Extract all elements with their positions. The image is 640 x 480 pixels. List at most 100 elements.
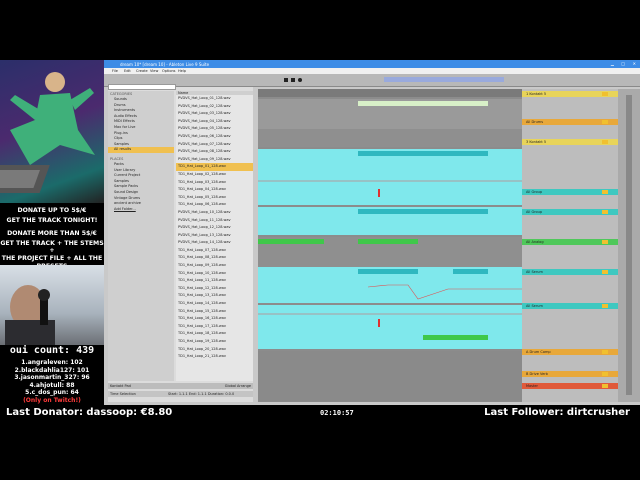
track-name: A Drum Comp [526, 350, 551, 354]
donate-line-1: DONATE UP TO 5$/€ [17, 207, 87, 214]
overview-strip[interactable] [384, 77, 504, 82]
file-row[interactable]: TD1_Hat_Loop_02_128.wav [176, 171, 253, 179]
file-row[interactable]: TD1_Hat_Loop_19_128.wav [176, 338, 253, 346]
track-header[interactable]: B Drive Verb [522, 371, 618, 377]
file-row[interactable]: PVDVS_Hat_Loop_01_128.wav [176, 95, 253, 103]
file-row[interactable]: PVDVS_Hat_Loop_06_128.wav [176, 133, 253, 141]
track-activator-button[interactable] [602, 384, 608, 388]
menu-view[interactable]: View [150, 69, 158, 73]
file-row[interactable]: TD1_Hat_Loop_15_128.wav [176, 308, 253, 316]
file-row[interactable]: TD1_Hat_Loop_21_128.wav [176, 353, 253, 361]
file-row[interactable]: TD1_Hat_Loop_11_128.wav [176, 277, 253, 285]
file-row[interactable]: TD1_Hat_Loop_04_128.wav [176, 186, 253, 194]
ableton-window: dream 10* [dream 10] - Ableton Live 9 Su… [104, 60, 640, 405]
file-row[interactable]: TD1_Hat_Loop_13_128.wav [176, 292, 253, 300]
file-row[interactable]: TD1_Hat_Loop_07_128.wav [176, 247, 253, 255]
track-activator-button[interactable] [602, 350, 608, 354]
file-row[interactable]: TD1_Hat_Loop_01_128.wav [176, 163, 253, 171]
track-header[interactable]: Master [522, 383, 618, 389]
track-name: All Group [526, 190, 543, 194]
file-row[interactable]: TD1_Hat_Loop_10_128.wav [176, 270, 253, 278]
add-folder-item[interactable]: Add Folder... [108, 207, 174, 213]
play-button[interactable] [284, 78, 288, 82]
file-row[interactable]: TD1_Hat_Loop_06_128.wav [176, 201, 253, 209]
webcam-figure [5, 285, 55, 345]
leaderboard-entry: 5.c_dos_pun: 64 [25, 389, 79, 397]
file-row[interactable]: PVDVS_Hat_Loop_04_128.wav [176, 118, 253, 126]
menu-help[interactable]: Help [178, 69, 186, 73]
track-header[interactable]: All Group [522, 209, 618, 215]
file-row[interactable]: TD1_Hat_Loop_09_128.wav [176, 262, 253, 270]
file-row[interactable]: PVDVS_Hat_Loop_10_128.wav [176, 209, 253, 217]
track-activator-button[interactable] [602, 240, 608, 244]
file-row[interactable]: PVDVS_Hat_Loop_07_128.wav [176, 141, 253, 149]
track-header[interactable]: All Serum [522, 303, 618, 309]
file-row[interactable]: PVDVS_Hat_Loop_13_128.wav [176, 232, 253, 240]
track-activator-button[interactable] [602, 270, 608, 274]
track-activator-button[interactable] [602, 92, 608, 96]
track-name: All Drums [526, 120, 544, 124]
stream-artwork [0, 60, 104, 203]
file-row[interactable]: TD1_Hat_Loop_05_128.wav [176, 194, 253, 202]
file-row[interactable]: TD1_Hat_Loop_20_128.wav [176, 346, 253, 354]
track-activator-button[interactable] [602, 372, 608, 376]
oui-counter: oui count: 439 [0, 345, 104, 359]
minimize-icon[interactable]: ▁ [611, 61, 614, 66]
scroll-thumb[interactable] [626, 95, 632, 395]
file-row[interactable]: TD1_Hat_Loop_03_128.wav [176, 179, 253, 187]
track-activator-button[interactable] [602, 120, 608, 124]
file-row[interactable]: PVDVS_Hat_Loop_11_128.wav [176, 217, 253, 225]
file-row[interactable]: PVDVS_Hat_Loop_12_128.wav [176, 224, 253, 232]
file-row[interactable]: PVDVS_Hat_Loop_14_128.wav [176, 239, 253, 247]
stream-timer: 02:10:57 [320, 409, 354, 417]
file-row[interactable]: TD1_Hat_Loop_16_128.wav [176, 315, 253, 323]
menu-file[interactable]: File [112, 69, 118, 73]
track-name: All Group [526, 210, 543, 214]
menu-create[interactable]: Create [136, 69, 148, 73]
places2-header: PLACES [110, 156, 124, 161]
file-row[interactable]: TD1_Hat_Loop_18_128.wav [176, 330, 253, 338]
file-row[interactable]: TD1_Hat_Loop_14_128.wav [176, 300, 253, 308]
stream-bottom-bar: Last Donator: dassoop: €8.80 02:10:57 La… [0, 405, 640, 422]
stop-button[interactable] [291, 78, 295, 82]
donate-panel: DONATE UP TO 5$/€ GET THE TRACK TONIGHT!… [0, 203, 104, 270]
track-activator-button[interactable] [602, 210, 608, 214]
webcam-view [0, 265, 104, 345]
window-titlebar: dream 10* [dream 10] - Ableton Live 9 Su… [104, 60, 640, 68]
track-header[interactable]: All Serum [522, 269, 618, 275]
file-list: Name PVDVS_Hat_Loop_01_128.wav PVDVS_Hat_… [176, 91, 253, 381]
track-header[interactable]: All Analog [522, 239, 618, 245]
track-activator-button[interactable] [602, 140, 608, 144]
file-row[interactable]: PVDVS_Hat_Loop_08_128.wav [176, 148, 253, 156]
places-list: CATEGORIES Sounds Drums Instruments Audi… [108, 91, 174, 381]
donate-line-2: GET THE TRACK TONIGHT! [6, 216, 98, 224]
bottom-track-name: Kontakt Pad [110, 384, 131, 388]
track-name: 3 Kontakt 5 [526, 140, 547, 144]
track-header[interactable]: 1 Kontakt 5 [522, 91, 618, 97]
track-name: 1 Kontakt 5 [526, 92, 547, 96]
track-activator-button[interactable] [602, 304, 608, 308]
track-header[interactable]: All Group [522, 189, 618, 195]
close-icon[interactable]: ✕ [633, 61, 636, 66]
record-button[interactable] [298, 78, 302, 82]
track-activator-button[interactable] [602, 190, 608, 194]
file-row[interactable]: PVDVS_Hat_Loop_03_128.wav [176, 110, 253, 118]
menu-options[interactable]: Options [162, 69, 176, 73]
track-name: All Serum [526, 270, 543, 274]
file-row[interactable]: PVDVS_Hat_Loop_09_128.wav [176, 156, 253, 164]
menu-edit[interactable]: Edit [124, 69, 131, 73]
vertical-scrollbar[interactable] [618, 89, 640, 402]
maximize-icon[interactable]: □ [621, 61, 625, 66]
file-rows: PVDVS_Hat_Loop_01_128.wav PVDVS_Hat_Loop_… [176, 95, 253, 361]
file-row[interactable]: TD1_Hat_Loop_12_128.wav [176, 285, 253, 293]
track-header[interactable]: A Drum Comp [522, 349, 618, 355]
file-row[interactable]: TD1_Hat_Loop_17_128.wav [176, 323, 253, 331]
file-row[interactable]: PVDVS_Hat_Loop_02_128.wav [176, 103, 253, 111]
file-row[interactable]: PVDVS_Hat_Loop_05_128.wav [176, 125, 253, 133]
arrangement-view[interactable] [258, 89, 522, 402]
file-row[interactable]: TD1_Hat_Loop_08_128.wav [176, 254, 253, 262]
track-header[interactable]: All Drums [522, 119, 618, 125]
leaderboard-entry: 4.ahjotull: 88 [29, 381, 75, 389]
track-header[interactable]: 3 Kontakt 5 [522, 139, 618, 145]
search-input[interactable] [108, 84, 176, 90]
